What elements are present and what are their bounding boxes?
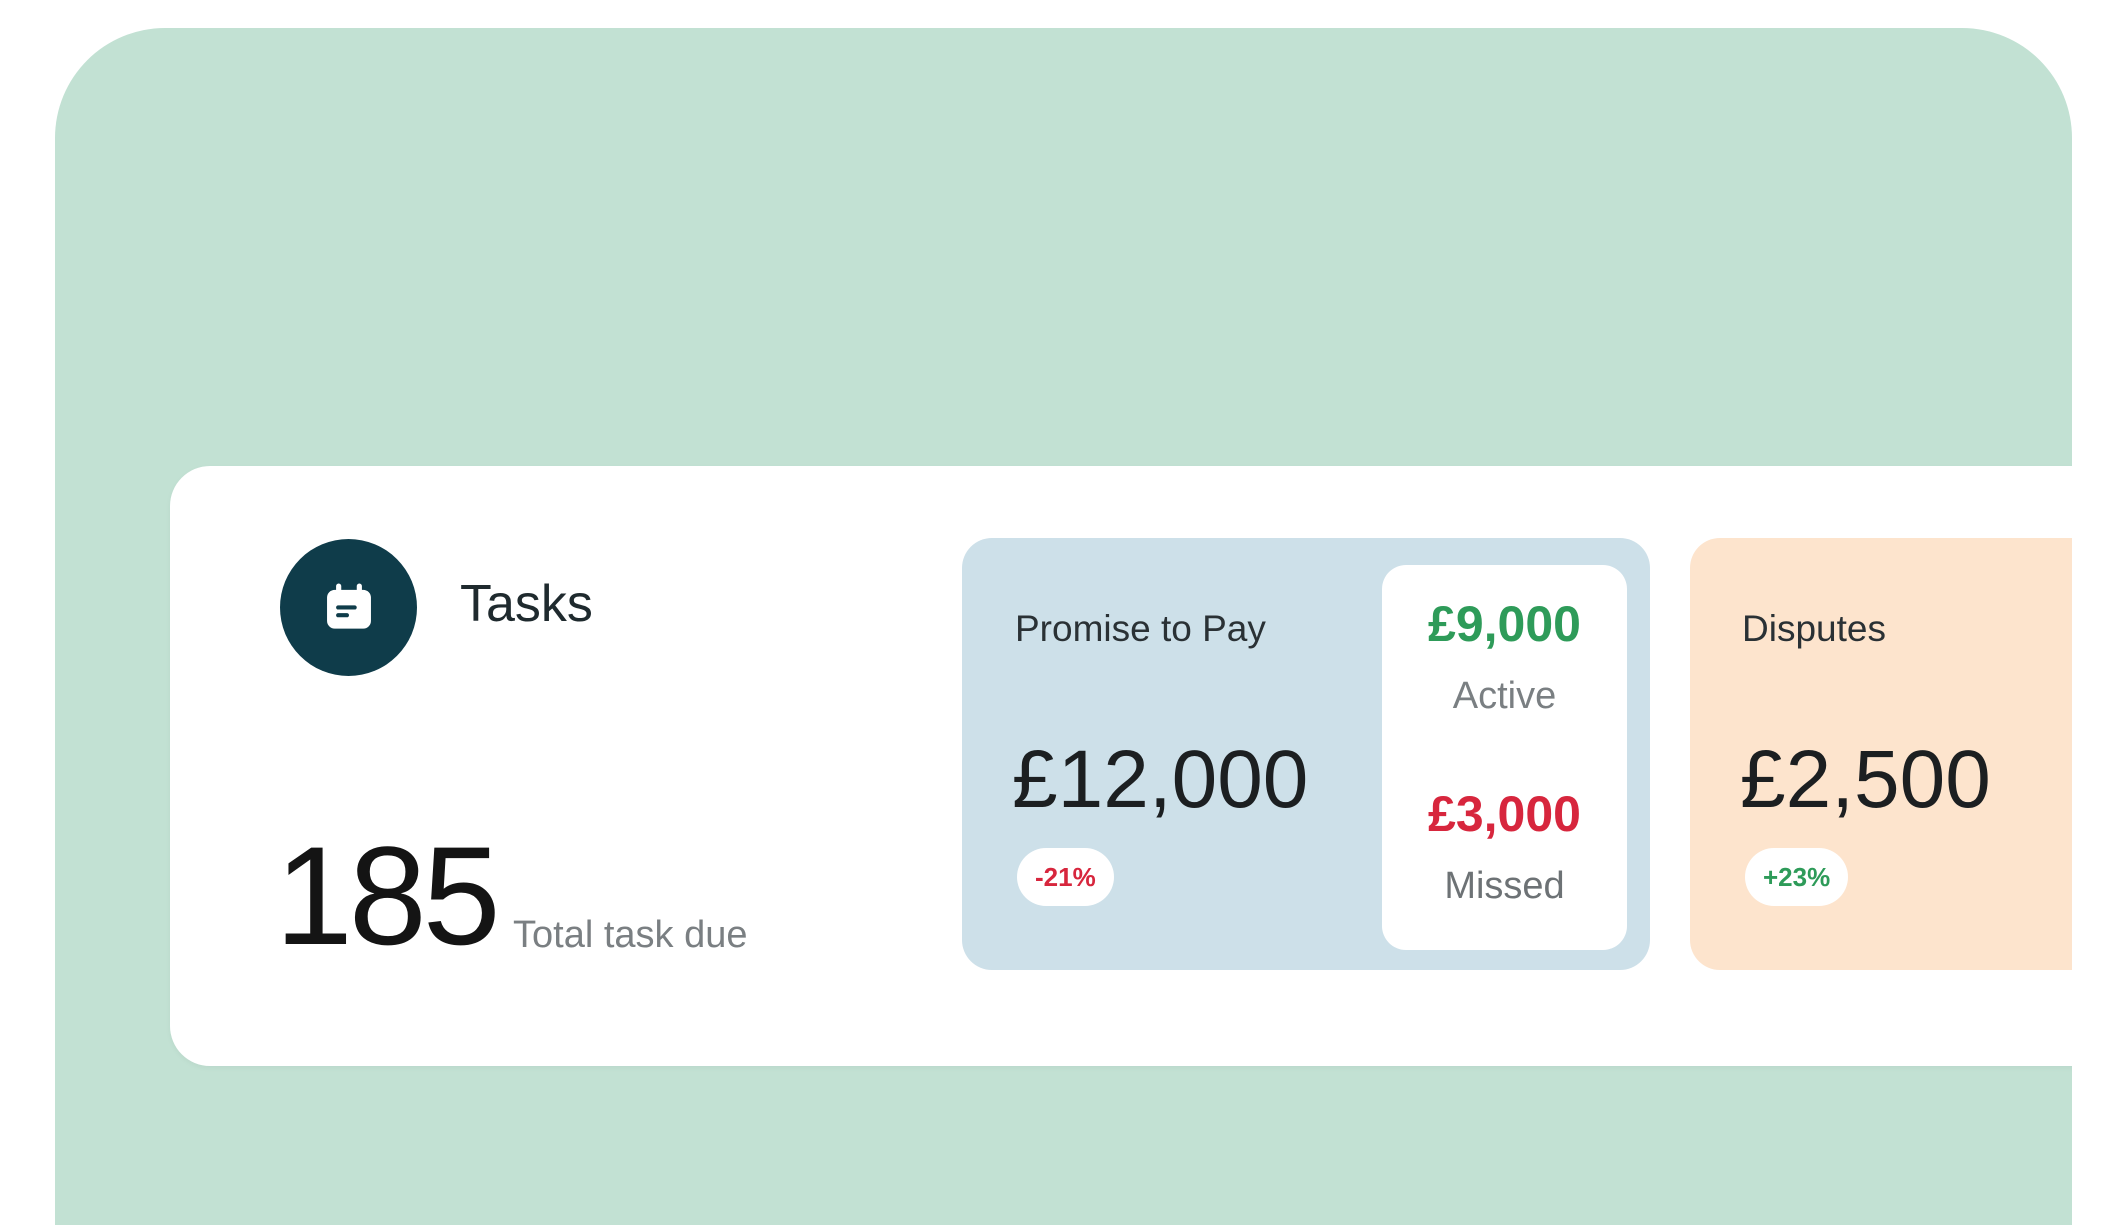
promise-to-pay-value: £12,000 xyxy=(1012,734,1309,825)
tasks-count: 185 xyxy=(275,817,501,974)
promise-to-pay-breakdown: £9,000 Active £3,000 Missed xyxy=(1382,565,1627,950)
tasks-subtitle: Total task due xyxy=(513,914,748,956)
promise-to-pay-card[interactable]: Promise to Pay £12,000 -21% £9,000 Activ… xyxy=(962,538,1650,970)
missed-label: Missed xyxy=(1444,865,1565,907)
summary-panel: Tasks 185 Total task due Promise to Pay … xyxy=(170,466,2072,1066)
calendar-icon-svg xyxy=(326,582,371,629)
disputes-title: Disputes xyxy=(1742,608,1886,649)
disputes-card[interactable]: Disputes £2,500 +23% xyxy=(1690,538,2072,970)
active-label: Active xyxy=(1452,675,1557,717)
active-value: £9,000 xyxy=(1428,596,1581,652)
calendar-icon xyxy=(280,539,417,676)
tasks-title: Tasks xyxy=(460,575,593,633)
disputes-change-badge: +23% xyxy=(1745,848,1849,906)
promise-to-pay-change-badge: -21% xyxy=(1017,848,1114,906)
dashboard-background: Tasks 185 Total task due Promise to Pay … xyxy=(55,28,2072,1225)
promise-to-pay-title: Promise to Pay xyxy=(1015,608,1266,649)
disputes-value: £2,500 xyxy=(1740,734,1991,825)
missed-value: £3,000 xyxy=(1428,786,1581,842)
